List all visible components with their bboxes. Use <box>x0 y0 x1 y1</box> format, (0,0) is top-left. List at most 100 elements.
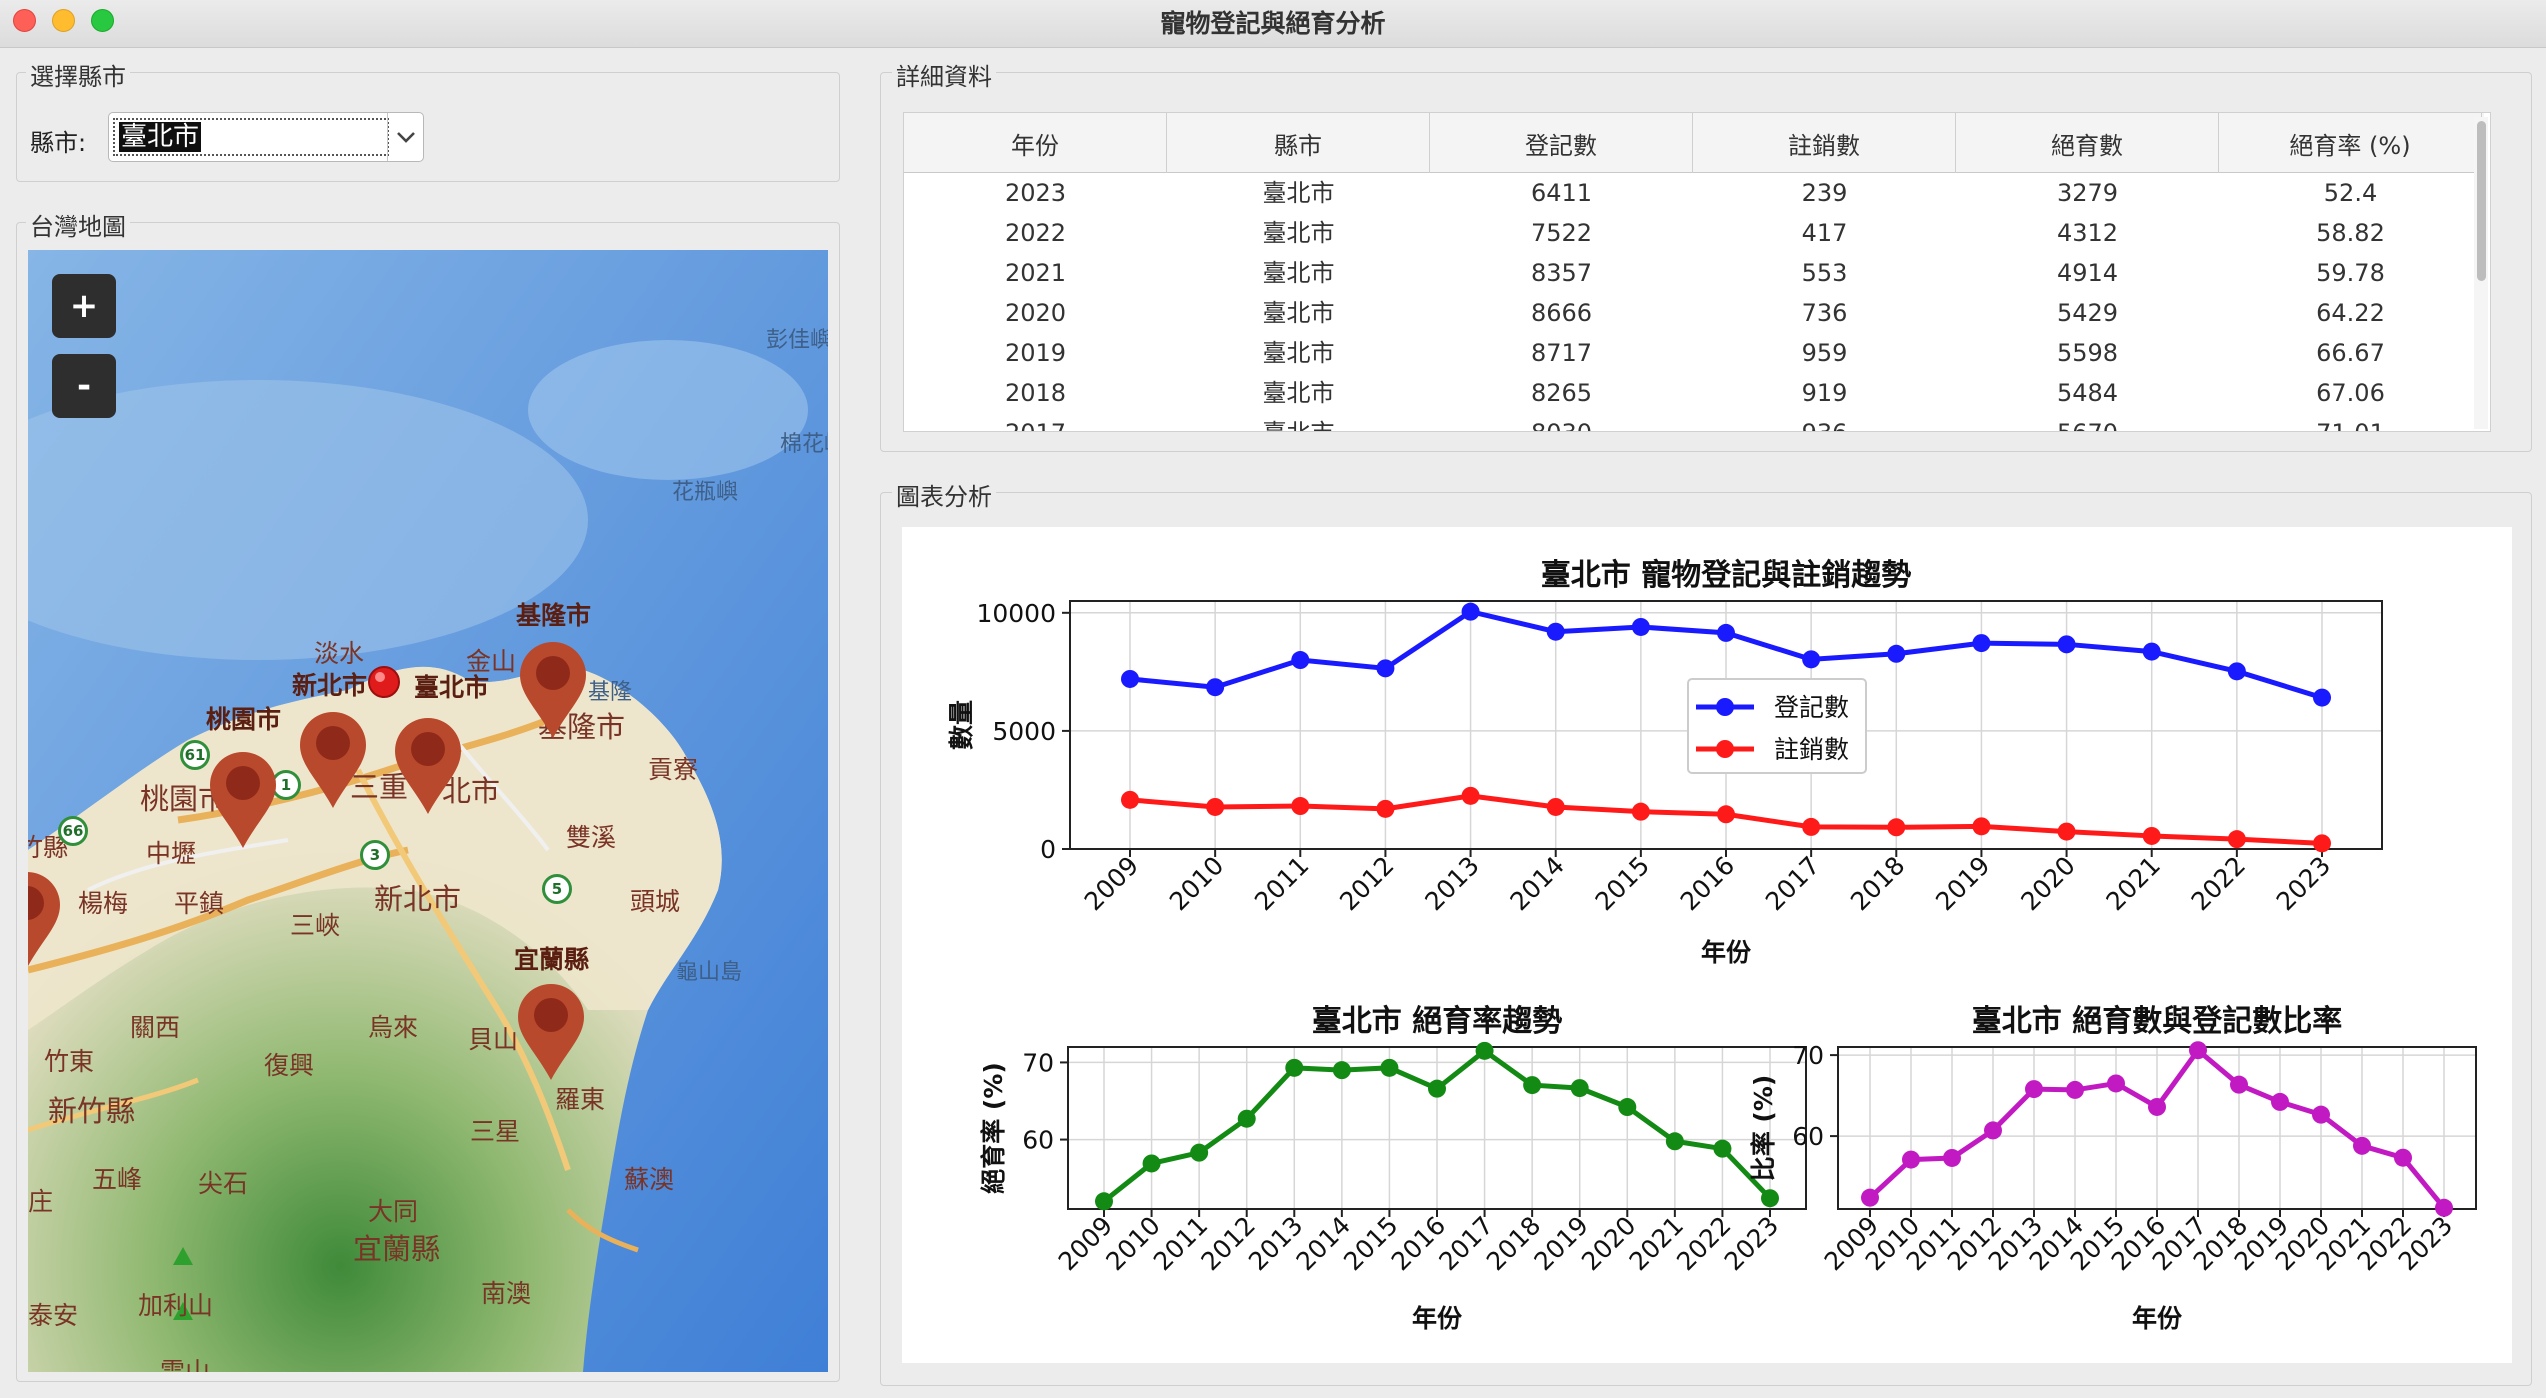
table-cell: 2020 <box>1004 299 1067 327</box>
column-header[interactable]: 絕育數 <box>1956 113 2219 173</box>
data-point <box>1546 797 1565 816</box>
y-tick-label: 5000 <box>992 717 1056 746</box>
data-point <box>1461 602 1480 621</box>
county-select-value: 臺北市 <box>113 118 389 156</box>
data-point <box>1095 1192 1113 1211</box>
table-cell: 6411 <box>1530 179 1593 207</box>
detail-table[interactable]: 年份 縣市 登記數 註銷數 絕育數 絕育率 (%) 2023 臺北市 6411 239 3279 5… <box>903 112 2491 432</box>
table-cell: 417 <box>1801 219 1848 247</box>
table-row[interactable]: 2020 臺北市 8666 736 5429 64.22 <box>904 293 2484 333</box>
data-point <box>2066 1080 2084 1099</box>
column-header[interactable]: 年份 <box>904 113 1167 173</box>
chart-canvas: 臺北市 寵物登記與註銷趨勢 0 5000 10000 2009 2010 2011 2012 2… <box>902 527 2512 1363</box>
legend-label: 登記數 <box>1774 693 1849 722</box>
data-point <box>2230 1075 2248 1094</box>
table-cell: 736 <box>1801 299 1848 327</box>
map-place-label: 桃園市 <box>206 705 282 734</box>
chart-group-label: 圖表分析 <box>892 477 996 512</box>
map-place-label: 貝山 <box>468 1025 519 1054</box>
table-cell: 2017 <box>904 413 1167 431</box>
x-tick-label: 2022 <box>1671 1211 1736 1276</box>
map-marker-icon[interactable] <box>208 750 278 850</box>
column-header[interactable]: 縣市 <box>1167 113 1430 173</box>
data-point <box>2142 642 2161 661</box>
table-cell: 2022 <box>1004 219 1067 247</box>
county-select[interactable]: 臺北市 <box>108 112 424 162</box>
column-header[interactable]: 登記數 <box>1430 113 1693 173</box>
chevron-down-icon[interactable] <box>387 113 423 161</box>
map-marker-icon[interactable] <box>393 716 463 816</box>
legend-marker <box>1716 740 1734 758</box>
data-point <box>2057 635 2076 654</box>
y-tick-label: 10000 <box>976 599 1056 628</box>
x-tick-label: 2016 <box>1675 851 1740 916</box>
table-cell: 臺北市 <box>1262 339 1335 367</box>
map-place-label: 龜山島 <box>676 960 743 985</box>
column-header[interactable]: 註銷數 <box>1693 113 1956 173</box>
map-place-label: 花瓶嶼 <box>672 480 739 505</box>
table-scrollbar[interactable] <box>2474 117 2488 429</box>
table-header: 年份 縣市 登記數 註銷數 絕育數 絕育率 (%) <box>904 113 2484 173</box>
data-point <box>1546 622 1565 641</box>
data-point <box>2148 1097 2166 1116</box>
map-marker-icon[interactable] <box>28 870 62 970</box>
legend-label: 註銷數 <box>1774 735 1849 764</box>
highway-shield-icon: 66 <box>58 816 88 846</box>
column-header[interactable]: 絕育率 (%) <box>2219 113 2482 173</box>
data-point <box>1713 1139 1732 1158</box>
table-row[interactable]: 2023 臺北市 6411 239 3279 52.4 <box>904 173 2484 213</box>
data-point <box>1972 634 1991 653</box>
table-row[interactable]: 2022 臺北市 7522 417 4312 58.82 <box>904 213 2484 253</box>
map-place-label: 宜蘭縣 <box>353 1232 441 1266</box>
zoom-in-button[interactable]: + <box>52 274 116 338</box>
x-axis-label: 年份 <box>2132 1304 2182 1333</box>
data-point <box>1376 659 1395 678</box>
x-tick-label: 2023 <box>2271 851 2336 916</box>
table-row[interactable]: 2017臺北市8030936567071.01 <box>904 413 2484 431</box>
chart-title: 臺北市 絕育率趨勢 <box>1312 1004 1562 1039</box>
data-point <box>1887 644 1906 663</box>
data-point <box>1570 1079 1589 1098</box>
x-tick-label: 2009 <box>1053 1211 1118 1276</box>
selected-county-marker-icon[interactable] <box>368 666 400 698</box>
scrollbar-thumb[interactable] <box>2477 121 2486 281</box>
table-cell: 2019 <box>1004 339 1067 367</box>
table-row[interactable]: 2018 臺北市 8265 919 5484 67.06 <box>904 373 2484 413</box>
table-cell: 臺北市 <box>1262 179 1335 207</box>
map-place-label: 頭城 <box>630 887 681 916</box>
data-point <box>1121 669 1139 688</box>
x-tick-label: 2010 <box>1100 1211 1165 1276</box>
map-marker-icon[interactable] <box>518 640 588 740</box>
zoom-out-button[interactable]: - <box>52 354 116 418</box>
table-row[interactable]: 2021 臺北市 8357 553 4914 59.78 <box>904 253 2484 293</box>
table-cell: 4914 <box>2056 259 2119 287</box>
table-row[interactable]: 2019 臺北市 8717 959 5598 66.67 <box>904 333 2484 373</box>
data-point <box>1972 817 1991 836</box>
data-point <box>1618 1098 1637 1117</box>
charts-svg: 臺北市 寵物登記與註銷趨勢05000100002009 2010 2011 2012 2… <box>947 558 2477 1333</box>
map-place-label: 烏來 <box>368 1013 419 1042</box>
map-marker-icon[interactable] <box>298 710 368 810</box>
data-point <box>2435 1198 2453 1217</box>
data-point <box>1428 1079 1446 1098</box>
data-point <box>1902 1150 1920 1169</box>
map-place-label: 五峰 <box>92 1165 143 1194</box>
highway-shield-icon: 61 <box>180 740 210 770</box>
map-marker-icon[interactable] <box>516 982 586 1082</box>
data-point <box>2142 826 2161 845</box>
table-cell: 239 <box>1801 179 1848 207</box>
data-point <box>1190 1143 1209 1162</box>
data-point <box>1887 818 1906 837</box>
table-body: 2023 臺北市 6411 239 3279 52.4 2022 臺北市 7522 417 4312… <box>904 173 2484 431</box>
map-place-label: 泰安 <box>28 1301 79 1330</box>
y-tick-label: 0 <box>1040 835 1056 864</box>
table-cell: 64.22 <box>2316 299 2385 327</box>
data-point <box>1206 797 1225 816</box>
x-tick-label: 2010 <box>1164 851 1229 916</box>
x-tick-label: 2018 <box>1481 1211 1546 1276</box>
x-tick-label: 2021 <box>2100 851 2165 916</box>
table-cell: 8717 <box>1530 339 1593 367</box>
taiwan-map[interactable]: + - 彭佳嶼棉花嶼花瓶嶼基隆市淡水金山新北市臺北市基隆基隆市桃園市三重北市貢寮… <box>28 250 828 1372</box>
table-cell: 959 <box>1801 339 1848 367</box>
chart-title: 臺北市 寵物登記與註銷趨勢 <box>1541 558 1911 593</box>
